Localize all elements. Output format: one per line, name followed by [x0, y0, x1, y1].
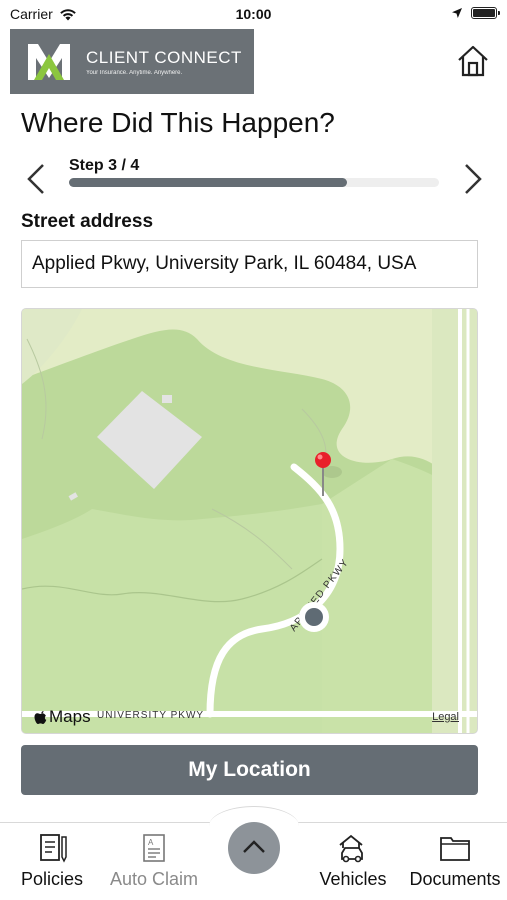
- map-pin-icon: [315, 452, 331, 496]
- auto-claim-icon: A: [143, 834, 165, 862]
- chevron-left-icon[interactable]: [24, 162, 48, 196]
- maps-label: Maps: [49, 707, 91, 726]
- logo-title: CLIENT CONNECT: [86, 47, 242, 67]
- step-progress-fill: [69, 178, 347, 187]
- tab-policies-label: Policies: [20, 869, 84, 889]
- apple-logo-icon: [34, 710, 47, 724]
- road-label-university-pkwy: UNIVERSITY PKWY: [97, 710, 205, 721]
- logo-mark-icon: [28, 43, 70, 80]
- documents-icon: [440, 837, 470, 861]
- maps-attribution: Maps: [34, 707, 91, 727]
- step-indicator: Step 3 / 4: [69, 157, 140, 174]
- status-bar: Carrier 10:00: [0, 0, 507, 28]
- home-icon[interactable]: [456, 44, 490, 78]
- tab-vehicles-label: Vehicles: [319, 869, 387, 889]
- map-legal-link[interactable]: Legal: [432, 711, 459, 723]
- step-progress-bar: [69, 178, 439, 187]
- vehicles-icon: [339, 834, 363, 863]
- map-view[interactable]: APPLIED PKWY UNIVERSITY PKWY Maps Legal: [21, 308, 478, 734]
- page-title: Where Did This Happen?: [21, 107, 335, 138]
- tab-policies[interactable]: Policies: [2, 831, 102, 890]
- tab-auto-claim[interactable]: A Auto Claim: [104, 831, 204, 890]
- clock: 10:00: [235, 6, 272, 22]
- expand-menu-button[interactable]: [228, 822, 280, 874]
- tab-auto-claim-label: Auto Claim: [109, 869, 199, 889]
- tab-documents[interactable]: Documents: [405, 831, 505, 890]
- tab-vehicles[interactable]: Vehicles: [303, 831, 403, 890]
- my-location-button[interactable]: My Location: [21, 745, 478, 795]
- chevron-right-icon[interactable]: [461, 162, 485, 196]
- street-address-input[interactable]: [21, 240, 478, 288]
- client-connect-logo: CLIENT CONNECT Your Insurance. Anytime. …: [10, 29, 254, 94]
- address-label: Street address: [21, 211, 154, 232]
- tab-documents-label: Documents: [409, 869, 501, 889]
- policies-icon: [40, 834, 67, 863]
- battery-icon: [471, 7, 500, 19]
- svg-text:A: A: [148, 838, 154, 847]
- map-tiles: [22, 309, 477, 733]
- location-arrow-icon: [452, 8, 462, 18]
- chevron-up-icon: [243, 839, 265, 853]
- logo-tagline: Your Insurance. Anytime. Anywhere.: [86, 69, 183, 76]
- current-location-icon: [299, 602, 329, 632]
- status-indicators: [451, 7, 500, 19]
